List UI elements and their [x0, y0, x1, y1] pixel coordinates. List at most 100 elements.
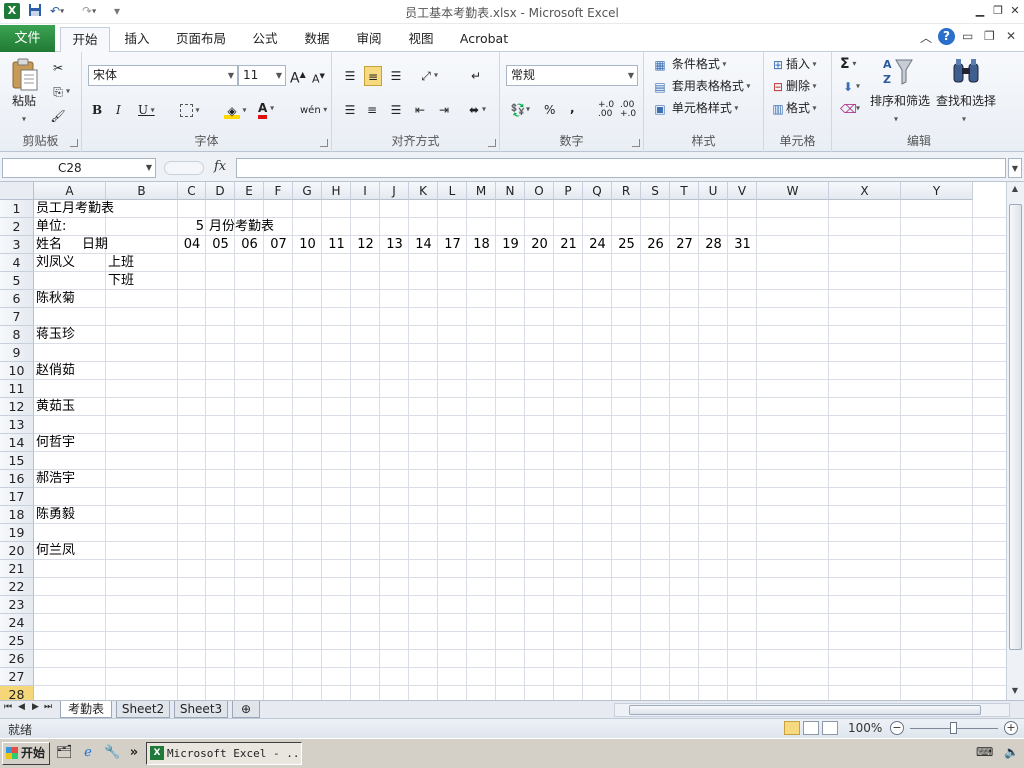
column-header-x[interactable]: X [829, 182, 901, 200]
cell-day-l3[interactable]: 17 [438, 236, 467, 254]
next-sheet-icon[interactable]: ▶ [32, 702, 39, 712]
find-select-button[interactable]: 查找和选择 [936, 92, 996, 110]
tab-data[interactable]: 数据 [296, 27, 338, 53]
row-header-12[interactable]: 12 [0, 398, 34, 416]
cell-a8[interactable]: 蒋玉珍 [36, 326, 75, 344]
row-header-21[interactable]: 21 [0, 560, 34, 578]
help-icon[interactable]: ? [938, 28, 955, 45]
column-header-p[interactable]: P [554, 182, 583, 200]
cell-a20[interactable]: 何兰凤 [36, 542, 75, 560]
row-header-14[interactable]: 14 [0, 434, 34, 452]
phonetic-icon[interactable]: wén ▾ [300, 101, 327, 120]
underline-button[interactable]: U ▾ [138, 101, 155, 120]
row-header-7[interactable]: 7 [0, 308, 34, 326]
row-header-6[interactable]: 6 [0, 290, 34, 308]
column-header-n[interactable]: N [496, 182, 525, 200]
cell-c2[interactable]: 5 [178, 218, 204, 236]
shrink-font-button[interactable]: A▼ [312, 67, 325, 89]
cell-area[interactable] [34, 200, 1006, 700]
column-header-v[interactable]: V [728, 182, 757, 200]
column-header-r[interactable]: R [612, 182, 641, 200]
formula-input[interactable] [236, 158, 1006, 178]
percent-button[interactable]: % [544, 101, 555, 119]
row-header-15[interactable]: 15 [0, 452, 34, 470]
italic-button[interactable]: I [116, 101, 121, 119]
tab-page-layout[interactable]: 页面布局 [170, 27, 232, 53]
row-header-22[interactable]: 22 [0, 578, 34, 596]
row-header-3[interactable]: 3 [0, 236, 34, 254]
start-button[interactable]: 开始 [2, 742, 50, 765]
accounting-format-icon[interactable]: 💱▾ [510, 100, 531, 119]
expand-formula-bar-button[interactable]: ▼ [1008, 158, 1022, 178]
align-right-icon[interactable]: ☰ [388, 100, 404, 118]
vertical-scroll-thumb[interactable] [1009, 204, 1022, 650]
font-name-combo[interactable]: 宋体 ▼ [88, 65, 238, 86]
clear-icon[interactable]: ⌫▾ [840, 99, 860, 118]
delete-cells-button[interactable]: ⊟ 删除 ▾ [770, 77, 817, 96]
column-header-f[interactable]: F [264, 182, 293, 200]
row-header-4[interactable]: 4 [0, 254, 34, 272]
scroll-down-icon[interactable]: ▼ [1008, 686, 1022, 695]
cell-a14[interactable]: 何哲宇 [36, 434, 75, 452]
cell-day-c3[interactable]: 04 [178, 236, 206, 254]
row-header-5[interactable]: 5 [0, 272, 34, 290]
row-header-9[interactable]: 9 [0, 344, 34, 362]
paste-icon[interactable] [10, 58, 42, 91]
column-header-m[interactable]: M [467, 182, 496, 200]
sheet-tab-attendance[interactable]: 考勤表 [60, 701, 112, 718]
cell-day-m3[interactable]: 18 [467, 236, 496, 254]
merge-center-icon[interactable]: ⬌ ▾ [466, 100, 486, 119]
wrap-text-icon[interactable]: ↵ [468, 66, 484, 84]
align-center-icon[interactable]: ≡ [364, 100, 380, 118]
sheet-tab-sheet2[interactable]: Sheet2 [116, 701, 170, 718]
select-all-corner[interactable] [0, 182, 34, 200]
cell-a16[interactable]: 郝浩宇 [36, 470, 75, 488]
quicklaunch-app-icon[interactable]: 🗂 [56, 745, 73, 761]
increase-decimal-button[interactable]: +.0 .00 [598, 101, 616, 119]
row-header-26[interactable]: 26 [0, 650, 34, 668]
cut-icon[interactable]: ✂ [50, 58, 66, 76]
cell-a18[interactable]: 陈勇毅 [36, 506, 75, 524]
normal-view-icon[interactable] [784, 721, 800, 735]
cell-styles-button[interactable]: ▣ 单元格样式 ▾ [652, 99, 738, 118]
cell-a3-date[interactable]: 日期 [82, 236, 108, 254]
comma-button[interactable]: , [570, 99, 575, 117]
row-header-13[interactable]: 13 [0, 416, 34, 434]
insert-sheet-icon[interactable]: ⊕ [232, 701, 260, 718]
insert-cells-button[interactable]: ⊞ 插入 ▾ [770, 55, 817, 74]
cell-day-d3[interactable]: 05 [206, 236, 235, 254]
row-header-16[interactable]: 16 [0, 470, 34, 488]
cell-a3[interactable]: 姓名 [36, 236, 62, 254]
column-header-g[interactable]: G [293, 182, 322, 200]
cell-day-u3[interactable]: 28 [699, 236, 728, 254]
cell-day-i3[interactable]: 12 [351, 236, 380, 254]
row-header-19[interactable]: 19 [0, 524, 34, 542]
formula-bar-splitter[interactable] [164, 161, 204, 175]
orientation-icon[interactable]: ⤢ ▾ [418, 66, 438, 85]
name-box[interactable]: C28 ▼ [2, 158, 156, 178]
row-header-11[interactable]: 11 [0, 380, 34, 398]
quicklaunch-more-icon[interactable]: » [126, 745, 142, 761]
cell-day-e3[interactable]: 06 [235, 236, 264, 254]
row-header-27[interactable]: 27 [0, 668, 34, 686]
number-format-combo[interactable]: 常规 ▼ [506, 65, 638, 86]
worksheet-grid[interactable]: ABCDEFGHIJKLMNOPQRSTUVWXY 1 2 3 4 5 6 7 8 9 10 11 1… [0, 182, 1006, 700]
grow-font-button[interactable]: A▲ [290, 66, 306, 88]
cell-b5[interactable]: 下班 [108, 272, 134, 290]
align-middle-icon[interactable]: ≡ [364, 66, 382, 86]
increase-indent-icon[interactable]: ⇥ [436, 100, 452, 118]
column-header-j[interactable]: J [380, 182, 409, 200]
cell-a2[interactable]: 单位: [36, 218, 66, 236]
prev-sheet-icon[interactable]: ◀ [18, 702, 25, 712]
column-header-u[interactable]: U [699, 182, 728, 200]
sort-filter-icon[interactable]: AZ [882, 56, 914, 88]
cell-day-o3[interactable]: 20 [525, 236, 554, 254]
row-header-1[interactable]: 1 [0, 200, 34, 218]
doc-close-button[interactable]: ✕ [1006, 29, 1016, 43]
page-break-view-icon[interactable] [822, 721, 838, 735]
row-header-20[interactable]: 20 [0, 542, 34, 560]
align-bottom-icon[interactable]: ☰ [388, 66, 404, 84]
bold-button[interactable]: B [92, 101, 102, 119]
row-header-28[interactable]: 28 [0, 686, 34, 700]
column-header-y[interactable]: Y [901, 182, 973, 200]
